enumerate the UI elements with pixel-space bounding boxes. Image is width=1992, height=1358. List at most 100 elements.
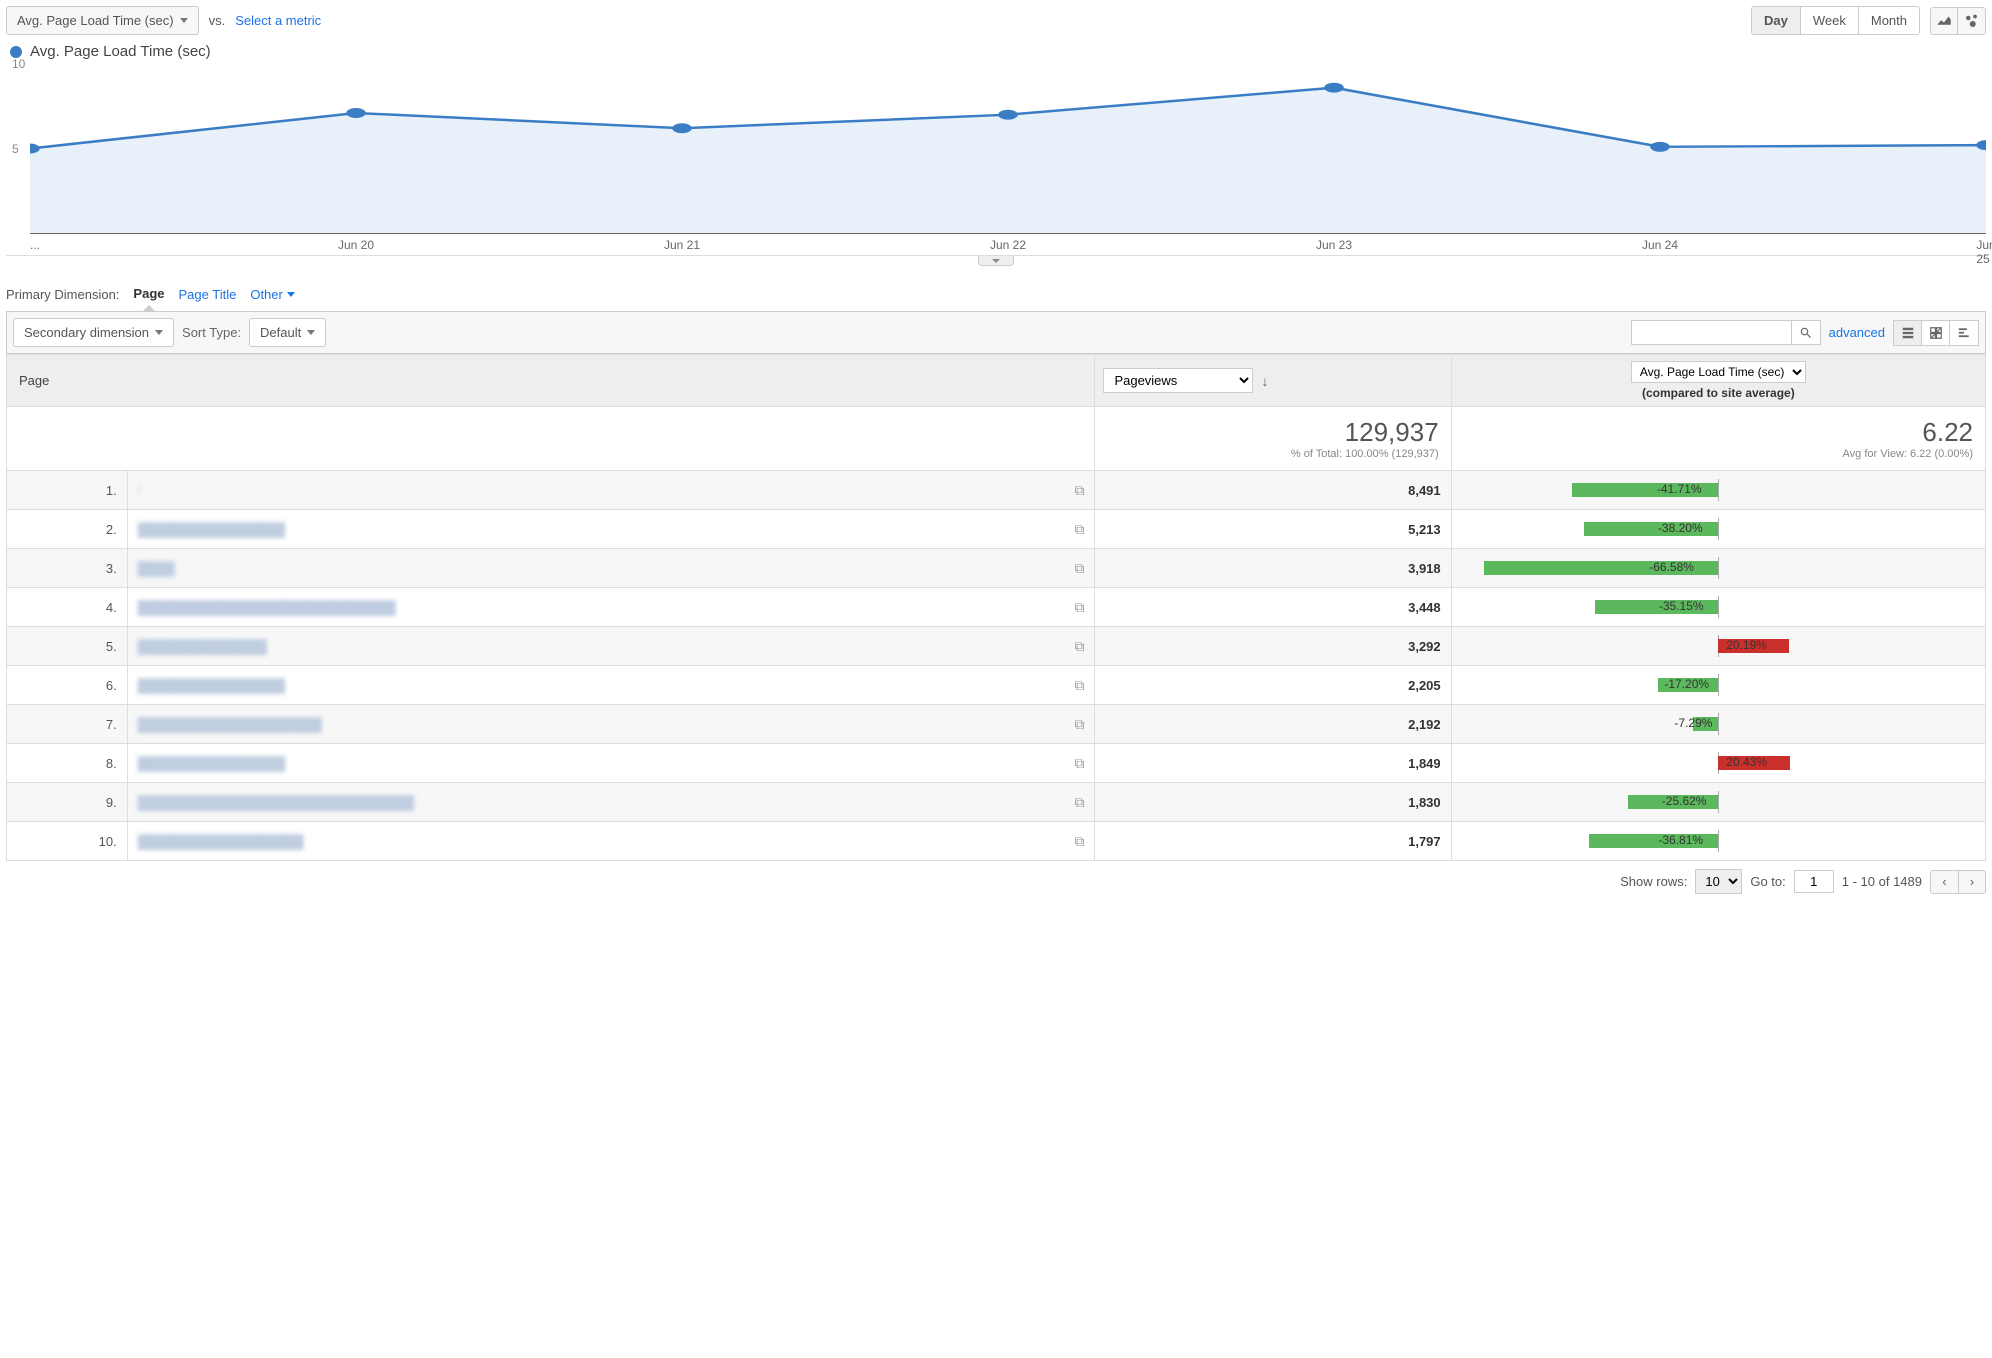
prev-page-button[interactable]: ‹ xyxy=(1930,870,1958,894)
caret-down-icon xyxy=(992,259,1000,263)
goto-label: Go to: xyxy=(1750,874,1785,889)
row-index: 6. xyxy=(7,666,128,705)
table-row[interactable]: 4.████████████████████████████⧉3,448-35.… xyxy=(7,588,1986,627)
row-page-path[interactable]: ████ xyxy=(138,561,175,576)
row-index: 5. xyxy=(7,627,128,666)
dim-tab-other-label: Other xyxy=(250,287,283,302)
row-page-path[interactable]: ██████████████████████████████ xyxy=(138,795,414,810)
compare-value: -7.29% xyxy=(1674,716,1712,730)
compare-value: -36.81% xyxy=(1658,833,1703,847)
row-pageviews: 1,830 xyxy=(1095,783,1451,822)
table-row[interactable]: 3.████⧉3,918-66.58% xyxy=(7,549,1986,588)
dim-tab-other[interactable]: Other xyxy=(250,287,295,302)
select-metric-link[interactable]: Select a metric xyxy=(235,13,321,28)
sort-type-dropdown[interactable]: Default xyxy=(249,318,326,347)
open-external-icon[interactable]: ⧉ xyxy=(1074,599,1084,616)
row-page-cell: ████████████████ ⧉ xyxy=(127,666,1095,705)
metric-selectors: Avg. Page Load Time (sec) vs. Select a m… xyxy=(6,6,321,35)
x-tick: Jun 21 xyxy=(664,238,700,252)
open-external-icon[interactable]: ⧉ xyxy=(1074,716,1084,733)
row-pageviews: 1,797 xyxy=(1095,822,1451,861)
row-page-cell: ██████████████ ⧉ xyxy=(127,627,1095,666)
col-header-compare[interactable]: Avg. Page Load Time (sec) (compared to s… xyxy=(1451,355,1985,407)
row-page-path[interactable]: ████████████████ xyxy=(138,522,285,537)
row-compare: -35.15% xyxy=(1451,588,1985,627)
row-compare: 20.19% xyxy=(1451,627,1985,666)
granularity-day[interactable]: Day xyxy=(1752,7,1801,34)
chart-toolbar: Avg. Page Load Time (sec) vs. Select a m… xyxy=(6,6,1986,35)
col-header-pageviews[interactable]: Pageviews ↓ xyxy=(1095,355,1451,407)
row-index: 2. xyxy=(7,510,128,549)
goto-input[interactable] xyxy=(1794,870,1834,893)
motion-chart-icon[interactable] xyxy=(1958,7,1986,35)
table-toolbar: Secondary dimension Sort Type: Default a… xyxy=(6,311,1986,354)
compare-value: -25.62% xyxy=(1662,794,1707,808)
table-row[interactable]: 2.████████████████⧉5,213-38.20% xyxy=(7,510,1986,549)
table-row[interactable]: 8.████████████████⧉1,84920.43% xyxy=(7,744,1986,783)
open-external-icon[interactable]: ⧉ xyxy=(1074,482,1084,499)
table-view-data-icon[interactable] xyxy=(1894,321,1922,345)
search-button[interactable] xyxy=(1791,320,1821,345)
row-compare: -36.81% xyxy=(1451,822,1985,861)
next-page-button[interactable]: › xyxy=(1958,870,1986,894)
compare-metric-select[interactable]: Avg. Page Load Time (sec) xyxy=(1631,361,1806,383)
row-compare: -38.20% xyxy=(1451,510,1985,549)
sort-desc-icon[interactable]: ↓ xyxy=(1261,373,1268,389)
open-external-icon[interactable]: ⧉ xyxy=(1074,794,1084,811)
table-view-percentage-icon[interactable] xyxy=(1922,321,1950,345)
open-external-icon[interactable]: ⧉ xyxy=(1074,755,1084,772)
line-chart: 10 5 xyxy=(30,64,1986,234)
row-page-path[interactable]: ██████████████ xyxy=(138,639,267,654)
center-line xyxy=(1718,479,1719,501)
x-tick: Jun 24 xyxy=(1642,238,1678,252)
granularity-week[interactable]: Week xyxy=(1801,7,1859,34)
granularity-month[interactable]: Month xyxy=(1859,7,1919,34)
row-page-cell: ████ ⧉ xyxy=(127,549,1095,588)
summary-row: 129,937 % of Total: 100.00% (129,937) 6.… xyxy=(7,407,1986,471)
table-row[interactable]: 5.██████████████⧉3,29220.19% xyxy=(7,627,1986,666)
table-row[interactable]: 9.██████████████████████████████⧉1,830-2… xyxy=(7,783,1986,822)
summary-compare-sub: Avg for View: 6.22 (0.00%) xyxy=(1464,448,1973,460)
dim-tab-page-title[interactable]: Page Title xyxy=(179,287,237,302)
row-index: 1. xyxy=(7,471,128,510)
open-external-icon[interactable]: ⧉ xyxy=(1074,560,1084,577)
row-page-path[interactable]: / xyxy=(138,483,142,498)
table-row[interactable]: 6.████████████████⧉2,205-17.20% xyxy=(7,666,1986,705)
summary-page-cell xyxy=(7,407,1095,471)
caret-down-icon xyxy=(307,330,315,335)
advanced-filter-link[interactable]: advanced xyxy=(1829,325,1885,340)
line-chart-icon[interactable] xyxy=(1930,7,1958,35)
row-page-path[interactable]: ████████████████████ xyxy=(138,717,322,732)
dim-tab-page[interactable]: Page xyxy=(133,286,164,303)
secondary-dimension-dropdown[interactable]: Secondary dimension xyxy=(13,318,174,347)
pageviews-metric-select[interactable]: Pageviews xyxy=(1103,368,1253,393)
table-row[interactable]: 10.██████████████████⧉1,797-36.81% xyxy=(7,822,1986,861)
row-pageviews: 3,918 xyxy=(1095,549,1451,588)
primary-metric-dropdown[interactable]: Avg. Page Load Time (sec) xyxy=(6,6,199,35)
open-external-icon[interactable]: ⧉ xyxy=(1074,638,1084,655)
open-external-icon[interactable]: ⧉ xyxy=(1074,677,1084,694)
search-input[interactable] xyxy=(1631,320,1791,345)
compare-sub-label: (compared to site average) xyxy=(1460,383,1977,400)
row-page-path[interactable]: ████████████████ xyxy=(138,678,285,693)
col-header-page[interactable]: Page xyxy=(7,355,1095,407)
table-row[interactable]: 1./⧉8,491-41.71% xyxy=(7,471,1986,510)
summary-compare-cell: 6.22 Avg for View: 6.22 (0.00%) xyxy=(1451,407,1985,471)
row-page-path[interactable]: ████████████████ xyxy=(138,756,285,771)
row-page-path[interactable]: ██████████████████ xyxy=(138,834,304,849)
primary-dimension-row: Primary Dimension: Page Page Title Other xyxy=(6,286,1986,303)
row-pageviews: 8,491 xyxy=(1095,471,1451,510)
row-compare: -7.29% xyxy=(1451,705,1985,744)
primary-dimension-label: Primary Dimension: xyxy=(6,287,119,302)
row-index: 3. xyxy=(7,549,128,588)
chart-drawer-handle[interactable] xyxy=(978,256,1014,266)
pager-buttons: ‹ › xyxy=(1930,870,1986,894)
table-row[interactable]: 7.████████████████████⧉2,192-7.29% xyxy=(7,705,1986,744)
row-page-path[interactable]: ████████████████████████████ xyxy=(138,600,396,615)
show-rows-select[interactable]: 10 xyxy=(1695,869,1742,894)
open-external-icon[interactable]: ⧉ xyxy=(1074,521,1084,538)
compare-value: -35.15% xyxy=(1659,599,1704,613)
table-view-performance-icon[interactable] xyxy=(1950,321,1978,345)
open-external-icon[interactable]: ⧉ xyxy=(1074,833,1084,850)
compare-value: -38.20% xyxy=(1658,521,1703,535)
